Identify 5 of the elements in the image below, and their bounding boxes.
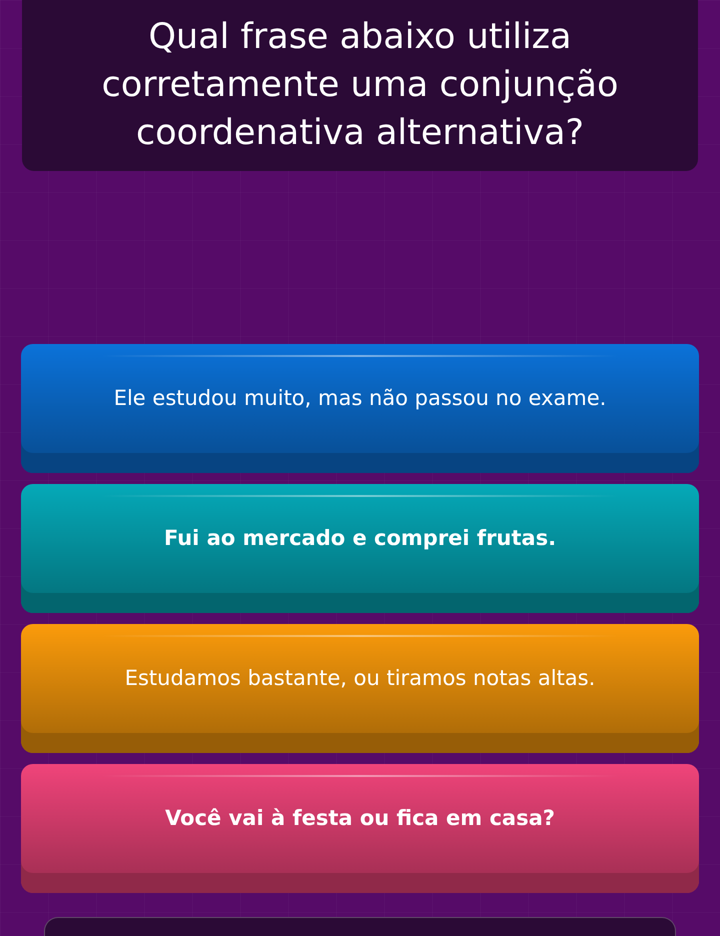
answer-button[interactable]: Fui ao mercado e comprei frutas. — [21, 484, 699, 613]
question-text: Qual frase abaixo utiliza corretamente uma conjunção coordenativa alternativa? — [100, 16, 620, 156]
answer-button[interactable]: Ele estudou muito, mas não passou no exame. — [21, 344, 699, 473]
answer-button[interactable]: Estudamos bastante, ou tiramos notas altas. — [21, 624, 699, 753]
answer-button[interactable]: Você vai à festa ou fica em casa? — [21, 764, 699, 893]
